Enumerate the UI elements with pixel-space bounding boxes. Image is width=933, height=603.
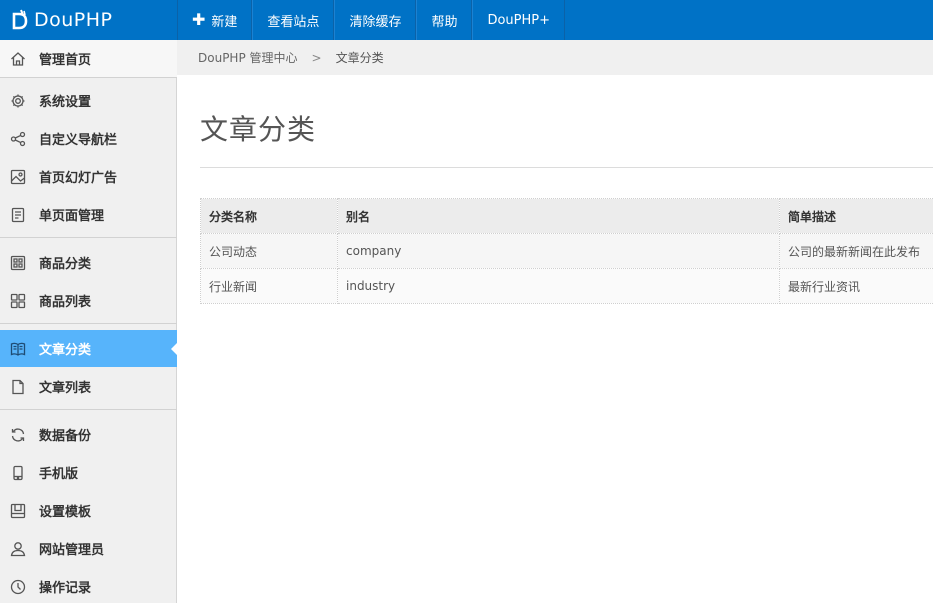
help-button[interactable]: 帮助 [416,0,473,40]
category-table: 分类名称 别名 简单描述 公司动态 company 公司的最新新闻在此发布 行业… [200,198,933,304]
book-icon [10,341,26,357]
gear-icon [10,93,26,109]
image-icon [10,169,26,185]
cell-category-name: 行业新闻 [200,268,338,304]
sidebar-item-label: 手机版 [39,467,79,482]
plus-icon: ✚ [192,10,206,29]
sidebar-item-label: 单页面管理 [39,209,105,224]
column-header-category-name: 分类名称 [200,198,338,234]
sidebar-item-label: 文章列表 [39,381,92,396]
page-title: 文章分类 [200,113,317,146]
sidebar-item-label: 数据备份 [39,429,92,444]
breadcrumb-root-link[interactable]: DouPHP 管理中心 [198,49,298,66]
sidebar-item-label: 管理首页 [39,53,92,68]
sidebar-item-home-slides[interactable]: 首页幻灯广告 [0,158,177,195]
new-button[interactable]: ✚ 新建 [177,0,253,40]
sidebar-item-mobile[interactable]: 手机版 [0,454,177,491]
column-header-alias: 别名 [337,198,780,234]
sidebar-divider [0,409,177,410]
sidebar-item-article-category[interactable]: 文章分类 [0,330,178,367]
file-icon [10,379,26,395]
sidebar-item-product-list[interactable]: 商品列表 [0,282,177,319]
sidebar-item-label: 设置模板 [39,505,92,520]
sidebar-item-label: 文章分类 [39,343,92,358]
sidebar-divider [0,323,177,324]
table-row: 公司动态 company 公司的最新新闻在此发布 [200,233,933,269]
table-header-row: 分类名称 别名 简单描述 [200,198,933,234]
logo-text: DouPHP [34,9,113,31]
sidebar-item-label: 商品列表 [39,295,92,310]
sidebar-item-label: 首页幻灯广告 [39,171,118,186]
breadcrumb-current: 文章分类 [335,51,384,65]
sidebar-item-label: 商品分类 [39,257,92,272]
cell-description: 最新行业资讯 [779,268,933,304]
sidebar-item-system-settings[interactable]: 系统设置 [0,82,177,119]
template-icon [10,503,26,519]
sidebar-item-label: 操作记录 [39,581,92,596]
column-header-description: 简单描述 [779,198,933,234]
logo[interactable]: DouPHP [0,0,177,40]
view-site-button[interactable]: 查看站点 [252,0,335,40]
douphp-plus-button[interactable]: DouPHP+ [472,0,566,40]
sidebar-item-template-settings[interactable]: 设置模板 [0,492,177,529]
user-icon [10,541,26,557]
breadcrumb: DouPHP 管理中心 > 文章分类 [177,40,933,75]
sidebar-item-product-category[interactable]: 商品分类 [0,244,177,281]
mobile-icon [10,465,26,481]
sidebar-item-label: 系统设置 [39,95,92,110]
sidebar-item-custom-nav[interactable]: 自定义导航栏 [0,120,177,157]
sidebar-item-operation-log[interactable]: 操作记录 [0,568,177,603]
refresh-icon [10,427,26,443]
sidebar-item-data-backup[interactable]: 数据备份 [0,416,177,453]
sidebar-item-site-admins[interactable]: 网站管理员 [0,530,177,567]
clock-icon [10,579,26,595]
sidebar-item-article-list[interactable]: 文章列表 [0,368,177,405]
table-row: 行业新闻 industry 最新行业资讯 [200,268,933,304]
share-icon [10,131,26,147]
title-divider [200,167,933,168]
cell-description: 公司的最新新闻在此发布 [779,233,933,269]
sidebar-divider [0,77,177,78]
sidebar-item-single-pages[interactable]: 单页面管理 [0,196,177,233]
cell-alias: company [337,233,780,269]
home-icon [10,51,26,67]
new-button-label: 新建 [211,14,238,30]
breadcrumb-separator: > [311,50,322,65]
sidebar-item-label: 自定义导航栏 [39,133,118,148]
document-lines-icon [10,207,26,223]
logo-icon [10,9,30,31]
sidebar-divider [0,237,177,238]
clear-cache-button[interactable]: 清除缓存 [334,0,417,40]
sidebar-item-home[interactable]: 管理首页 [0,40,177,77]
cell-category-name: 公司动态 [200,233,338,269]
top-nav: ✚ 新建 查看站点 清除缓存 帮助 DouPHP+ [177,0,566,40]
main-content: DouPHP 管理中心 > 文章分类 文章分类 分类名称 别名 简单描述 公司动… [177,40,933,603]
sidebar: 管理首页 系统设置 自定义导航栏 首页幻灯广告 单页面管理 商品分类 商品列表 … [0,40,178,603]
grid-icon [10,255,26,271]
cell-alias: industry [337,268,780,304]
top-bar: DouPHP ✚ 新建 查看站点 清除缓存 帮助 DouPHP+ [0,0,933,40]
apps-icon [10,293,26,309]
sidebar-item-label: 网站管理员 [39,543,105,558]
